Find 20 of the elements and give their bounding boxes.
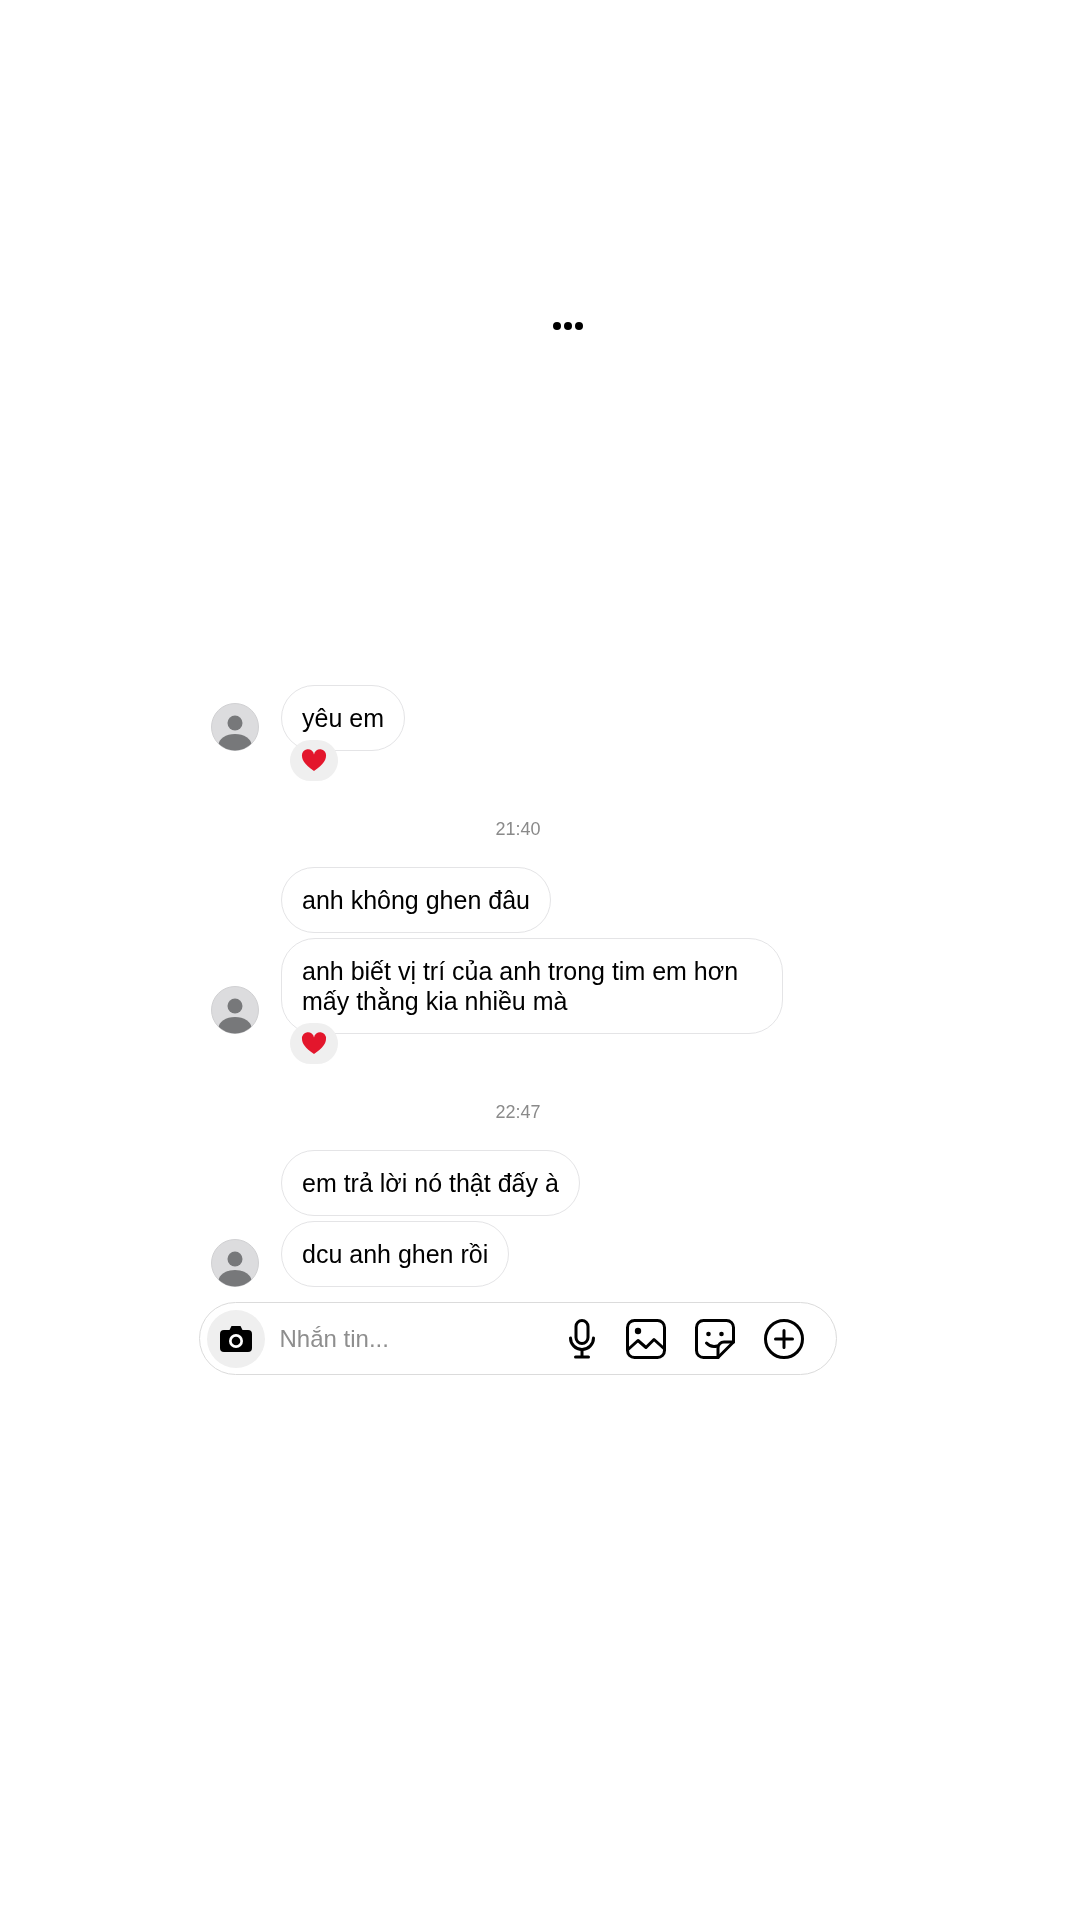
- message-bubble: dcu anh ghen rồi: [281, 1221, 510, 1287]
- image-icon[interactable]: [626, 1318, 666, 1359]
- message-bubble: yêu em: [281, 685, 405, 751]
- message-bubble: em trả lời nó thật đấy à: [281, 1150, 580, 1216]
- timestamp-text: 22:47: [495, 1102, 541, 1122]
- heart-reaction-icon[interactable]: [290, 1023, 338, 1064]
- timestamp-text: 21:40: [495, 819, 541, 839]
- avatar-icon: [211, 1239, 259, 1287]
- message-bubble: anh không ghen đâu: [281, 867, 551, 933]
- avatar-icon: [211, 703, 259, 751]
- heart-reaction-icon[interactable]: [290, 740, 338, 781]
- sticker-icon[interactable]: [695, 1318, 735, 1359]
- message-bubble: anh biết vị trí của anh trong tim em hơn mấy thằng kia nhiều mà: [281, 938, 783, 1034]
- microphone-icon[interactable]: [567, 1318, 597, 1359]
- camera-button[interactable]: [206, 1309, 265, 1368]
- ellipsis-icon[interactable]: [553, 322, 583, 330]
- add-icon[interactable]: [764, 1318, 804, 1359]
- message-input[interactable]: Nhắn tin...: [279, 1318, 557, 1359]
- avatar-icon: [211, 986, 259, 1034]
- camera-icon: [219, 1325, 252, 1352]
